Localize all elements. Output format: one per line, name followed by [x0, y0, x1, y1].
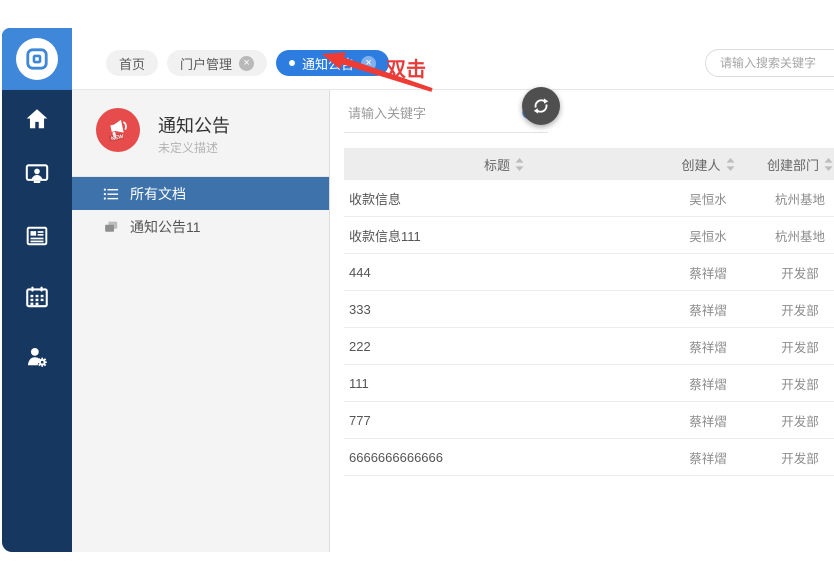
user-gear-icon	[27, 348, 47, 367]
sidebar-item-news[interactable]	[2, 221, 72, 251]
sidebar-item-user-settings[interactable]	[2, 342, 72, 372]
calendar-icon	[26, 286, 48, 308]
sidebar-item-users[interactable]	[2, 159, 72, 189]
doc-title[interactable]: 444	[344, 265, 664, 280]
list-icon	[103, 188, 119, 200]
sort-icon[interactable]	[824, 157, 833, 171]
app-side-panel: NEW 通知公告 未定义描述 所有文档 通知公告11	[72, 90, 330, 552]
menu-item-label: 通知公告11	[130, 218, 201, 235]
doc-creator: 吴恒水	[689, 229, 727, 244]
table-row[interactable]: 6666666666666 蔡祥熠 开发部	[344, 439, 834, 476]
table-row[interactable]: 111 蔡祥熠 开发部	[344, 365, 834, 402]
announcement-app-icon: NEW	[96, 108, 140, 152]
sidebar-item-calendar[interactable]	[2, 282, 72, 312]
sort-icon[interactable]	[515, 157, 524, 171]
menu-item-notice-11[interactable]: 通知公告11	[72, 210, 329, 243]
column-header-title[interactable]: 标题	[344, 155, 664, 174]
tab-label: 首页	[119, 56, 146, 72]
global-search-input[interactable]	[705, 49, 834, 77]
doc-department: 开发部	[781, 266, 819, 281]
doc-department: 开发部	[781, 303, 819, 318]
annotation-double-click-label: 双击	[386, 59, 426, 81]
doc-title[interactable]: 333	[344, 302, 664, 317]
sidebar	[2, 28, 72, 552]
menu-item-label: 所有文档	[130, 185, 186, 202]
home-icon	[26, 109, 48, 129]
table-header: 标题 创建人 创建部门	[344, 148, 834, 180]
table-row[interactable]: 777 蔡祥熠 开发部	[344, 402, 834, 439]
column-header-department[interactable]: 创建部门	[752, 155, 834, 174]
table-row[interactable]: 333 蔡祥熠 开发部	[344, 291, 834, 328]
doc-department: 杭州基地	[774, 229, 825, 244]
panel-title: 通知公告	[158, 116, 230, 136]
menu-item-all-documents[interactable]: 所有文档	[72, 177, 329, 210]
doc-creator: 蔡祥熠	[689, 414, 727, 429]
new-badge: NEW	[111, 134, 124, 142]
keyword-search-input[interactable]	[344, 95, 548, 133]
newspaper-icon	[26, 226, 48, 246]
doc-department: 开发部	[781, 451, 819, 466]
logo-icon	[16, 38, 58, 80]
table-row[interactable]: 222 蔡祥熠 开发部	[344, 328, 834, 365]
column-header-creator[interactable]: 创建人	[664, 155, 752, 174]
doc-creator: 蔡祥熠	[689, 303, 727, 318]
app-logo[interactable]	[2, 28, 72, 90]
app-info-block: NEW 通知公告 未定义描述	[72, 90, 329, 177]
table-row[interactable]: 444 蔡祥熠 开发部	[344, 254, 834, 291]
doc-title[interactable]: 777	[344, 413, 664, 428]
doc-creator: 蔡祥熠	[689, 340, 727, 355]
doc-title[interactable]: 6666666666666	[344, 450, 664, 465]
doc-creator: 蔡祥熠	[689, 377, 727, 392]
top-header: 首页 门户管理 × 通知公告 ×	[72, 28, 834, 90]
active-dot-icon	[289, 60, 296, 66]
table-body: 收款信息 吴恒水 杭州基地 收款信息111 吴恒水 杭州基地 444 蔡祥熠 开…	[344, 180, 834, 476]
app-window: 首页 门户管理 × 通知公告 × 请输入搜索关键字 NEW 通知公告 未定义描述…	[2, 28, 834, 552]
document-search	[344, 95, 548, 133]
doc-department: 开发部	[781, 414, 819, 429]
close-icon[interactable]: ×	[239, 55, 255, 71]
tab-portal-management[interactable]: 门户管理 ×	[167, 50, 268, 76]
doc-title[interactable]: 111	[344, 376, 664, 391]
doc-department: 开发部	[781, 340, 819, 355]
doc-creator: 吴恒水	[689, 192, 727, 207]
sort-icon[interactable]	[726, 157, 735, 171]
doc-title[interactable]: 222	[344, 339, 664, 354]
sidebar-item-home[interactable]	[2, 104, 72, 134]
table-row[interactable]: 收款信息111 吴恒水 杭州基地	[344, 217, 834, 254]
refresh-icon	[533, 98, 549, 114]
doc-creator: 蔡祥熠	[689, 451, 727, 466]
refresh-button[interactable]	[522, 87, 560, 125]
doc-title[interactable]: 收款信息111	[344, 226, 664, 245]
table-row[interactable]: 收款信息 吴恒水 杭州基地	[344, 180, 834, 217]
folder-stack-icon	[105, 221, 118, 232]
doc-department: 杭州基地	[774, 192, 825, 207]
document-list-area: 标题 创建人 创建部门 收款信息 吴恒水	[330, 87, 834, 552]
panel-subtitle: 未定义描述	[158, 141, 219, 155]
doc-department: 开发部	[781, 377, 819, 392]
tab-home[interactable]: 首页	[106, 50, 159, 76]
tab-label: 门户管理	[180, 56, 233, 72]
user-monitor-icon	[25, 164, 49, 183]
doc-title[interactable]: 收款信息	[344, 189, 664, 208]
doc-creator: 蔡祥熠	[689, 266, 727, 281]
